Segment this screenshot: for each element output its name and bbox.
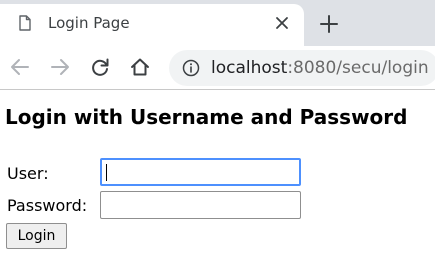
login-button[interactable]: Login [6,223,67,249]
arrow-left-icon[interactable] [9,56,31,78]
tab-title: Login Page [48,14,130,32]
plus-icon[interactable] [318,13,340,35]
password-label: Password: [7,196,88,215]
info-icon[interactable] [182,59,200,77]
text-caret [106,164,107,181]
username-input[interactable] [100,158,301,186]
password-input[interactable] [100,191,301,219]
page-title: Login with Username and Password [5,105,408,129]
home-icon[interactable] [129,56,151,78]
close-icon[interactable] [274,15,290,31]
arrow-right-icon[interactable] [49,56,71,78]
address-bar[interactable]: localhost:8080/secu/login [169,50,435,86]
page-icon [19,15,31,31]
browser-toolbar: localhost:8080/secu/login [0,46,435,90]
url-path: :8080/secu/login [287,58,429,78]
url-text: localhost:8080/secu/login [211,58,429,78]
user-label: User: [7,164,49,183]
url-host: localhost [211,58,288,78]
reload-icon[interactable] [89,56,111,78]
tab-strip: Login Page [0,0,435,46]
tab-login-page[interactable]: Login Page [0,4,304,46]
